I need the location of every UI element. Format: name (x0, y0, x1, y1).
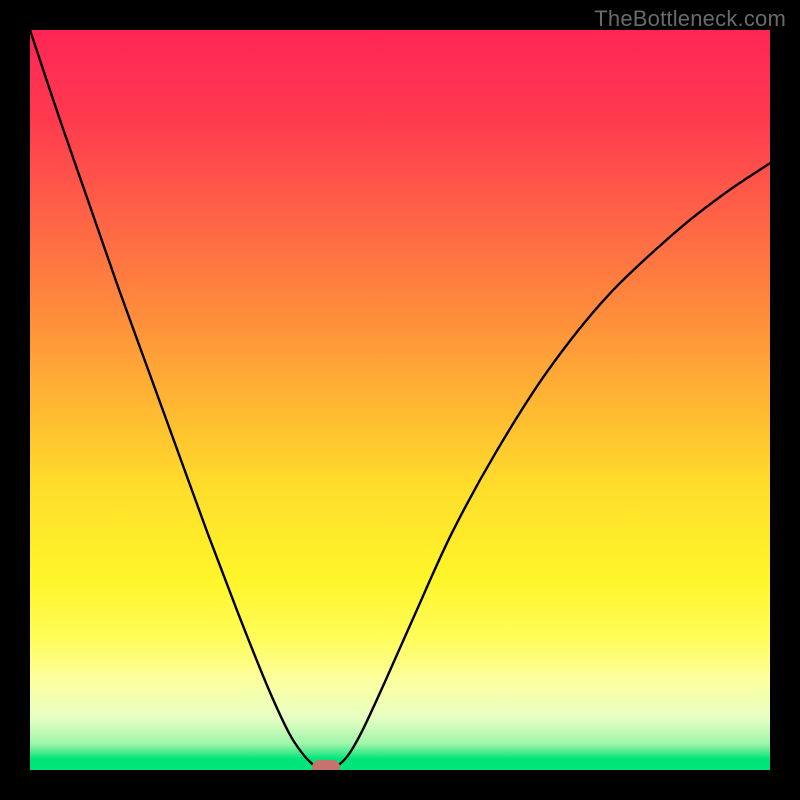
minimum-marker (312, 760, 340, 770)
watermark-text: TheBottleneck.com (594, 6, 786, 32)
curve-right (337, 163, 770, 766)
curve-layer (30, 30, 770, 770)
curve-left (30, 30, 315, 766)
plot-area (30, 30, 770, 770)
chart-frame: TheBottleneck.com (0, 0, 800, 800)
